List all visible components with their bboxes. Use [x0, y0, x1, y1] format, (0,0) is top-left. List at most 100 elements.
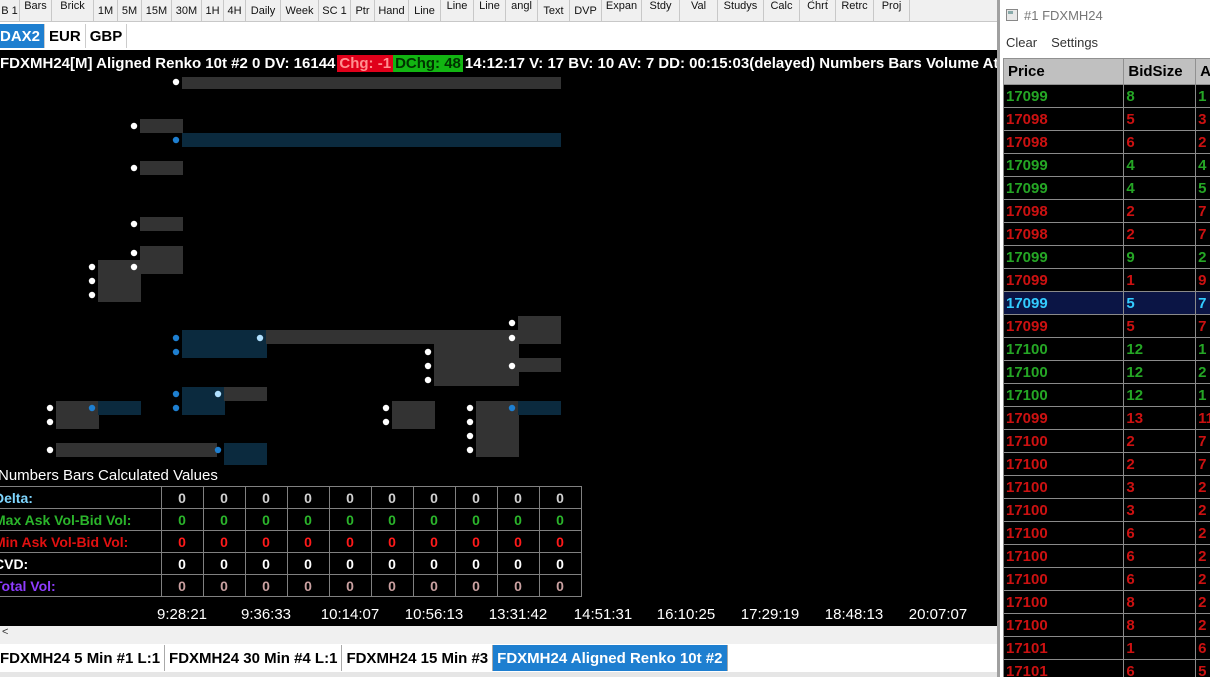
toolbar-button-hide-studys[interactable]: HideStudys: [718, 0, 764, 21]
chart-tab-2[interactable]: FDXMH24 15 Min #3: [342, 645, 494, 671]
dom-row[interactable]: 17100 3 2: [1002, 498, 1210, 522]
column-header-price[interactable]: Price: [1002, 58, 1125, 85]
column-header-bidsize[interactable]: BidSize: [1123, 58, 1197, 85]
volume-dot: [88, 277, 96, 285]
calc-value-cell: 0: [538, 552, 582, 575]
calc-value-cell: 0: [202, 552, 246, 575]
dom-row[interactable]: 17100 2 7: [1002, 452, 1210, 476]
dom-row[interactable]: 17099 1 9: [1002, 268, 1210, 292]
dom-row[interactable]: 17099 5 7: [1002, 291, 1210, 315]
symbol-button-gbp[interactable]: GBP: [86, 24, 128, 48]
dom-row[interactable]: 17100 8 2: [1002, 613, 1210, 637]
volume-dot: [508, 362, 516, 370]
dom-row[interactable]: 17099 4 5: [1002, 176, 1210, 200]
dom-row[interactable]: 17100 6 2: [1002, 521, 1210, 545]
depth-of-market-window[interactable]: #1 FDXMH24 Clear Settings Price BidSize …: [997, 0, 1210, 677]
dom-row[interactable]: 17101 1 6: [1002, 636, 1210, 660]
chart-tab-3[interactable]: FDXMH24 Aligned Renko 10t #2: [493, 645, 728, 671]
dom-cell-ask: 5: [1195, 176, 1210, 200]
dom-row[interactable]: 17099 9 2: [1002, 245, 1210, 269]
toolbar-button-15m[interactable]: 15M: [142, 0, 172, 21]
calc-value-cell: 0: [202, 530, 246, 553]
dom-row[interactable]: 17099 8 1: [1002, 84, 1210, 108]
dom-cell-ask: 2: [1195, 613, 1210, 637]
symbol-button-eur[interactable]: EUR: [45, 24, 86, 48]
dom-cell-bid: 6: [1123, 567, 1197, 591]
toolbar-button-daily[interactable]: Daily: [246, 0, 281, 21]
toolbar-button-price-retrc[interactable]: PriceRetrc: [836, 0, 874, 21]
dom-row[interactable]: 170991311: [1002, 406, 1210, 430]
toolbar-button-week[interactable]: Week: [281, 0, 319, 21]
dom-row[interactable]: 17098 6 2: [1002, 130, 1210, 154]
renko-chart[interactable]: FDXMH24[M] Aligned Renko 10t #2 0 DV: 16…: [0, 50, 997, 626]
calc-value-cell: 0: [202, 574, 246, 597]
toolbar-button-chart-calc[interactable]: ChartCalc: [764, 0, 800, 21]
toolbar-button-price-expan[interactable]: PriceExpan: [602, 0, 642, 21]
toolbar-button-line[interactable]: Line: [409, 0, 441, 21]
dom-row[interactable]: 17098 2 7: [1002, 199, 1210, 223]
volume-dot: [130, 263, 138, 271]
toolbar-button-label: Bars: [24, 0, 47, 12]
dom-row[interactable]: 17100 2 7: [1002, 429, 1210, 453]
toolbar-button-1m[interactable]: 1M: [94, 0, 118, 21]
dom-cell-ask: 4: [1195, 153, 1210, 177]
volume-dot: [466, 404, 474, 412]
dom-cell-ask: 2: [1195, 544, 1210, 568]
toolbar-button-5m[interactable]: 5M: [118, 0, 142, 21]
dom-cell-price: 17100: [1002, 498, 1125, 522]
time-axis-label: 13:31:42: [488, 606, 548, 623]
toolbar-button-vert-line[interactable]: VertLine: [474, 0, 506, 21]
toolbar-button-label: 5M: [121, 4, 138, 17]
dom-cell-price: 17100: [1002, 590, 1125, 614]
dom-row[interactable]: 17099 5 7: [1002, 314, 1210, 338]
chart-tab-0[interactable]: FDXMH24 5 Min #1 L:1: [0, 645, 166, 671]
dom-menu-settings[interactable]: Settings: [1051, 35, 1098, 50]
dom-row[interactable]: 17099 4 4: [1002, 153, 1210, 177]
volume-dot: [46, 446, 54, 454]
dom-cell-ask: 1: [1195, 383, 1210, 407]
dom-row[interactable]: 17101 6 5: [1002, 659, 1210, 677]
dom-row[interactable]: 17100 8 2: [1002, 590, 1210, 614]
dom-row[interactable]: 17100 3 2: [1002, 475, 1210, 499]
toolbar-button-text[interactable]: Text: [538, 0, 570, 21]
toolbar-button-chart-val[interactable]: ChartVal: [680, 0, 718, 21]
dom-cell-bid: 6: [1123, 521, 1197, 545]
toolbar-button-horz-line[interactable]: HorzLine: [441, 0, 474, 21]
dom-cell-price: 17098: [1002, 107, 1125, 131]
dom-cell-bid: 2: [1123, 452, 1197, 476]
symbol-button-dax2[interactable]: DAX2: [0, 24, 46, 48]
dom-row[interactable]: 17100 12 2: [1002, 360, 1210, 384]
toolbar-button-1h[interactable]: 1H: [202, 0, 224, 21]
column-header-ask[interactable]: A: [1195, 58, 1210, 85]
dom-cell-bid: 6: [1123, 130, 1197, 154]
toolbar-button-dvp[interactable]: DVP: [570, 0, 602, 21]
dom-row[interactable]: 17100 12 1: [1002, 383, 1210, 407]
dom-cell-price: 17099: [1002, 84, 1125, 108]
toolbar-button-price-proj[interactable]: PriceProj: [874, 0, 910, 21]
dom-row[interactable]: 17100 6 2: [1002, 567, 1210, 591]
dom-row[interactable]: 17098 5 3: [1002, 107, 1210, 131]
toolbar-button-renko-brick[interactable]: RenkoBrick: [52, 0, 94, 21]
dom-row[interactable]: 17100 12 1: [1002, 337, 1210, 361]
toolbar-button-ptr[interactable]: Ptr: [351, 0, 375, 21]
toolbar-button-4h[interactable]: 4H: [224, 0, 246, 21]
dom-menu-clear[interactable]: Clear: [1006, 35, 1037, 50]
dom-cell-price: 17100: [1002, 360, 1125, 384]
toolbar-button-b-1[interactable]: B 1: [0, 0, 20, 21]
chart-tab-1[interactable]: FDXMH24 30 Min #4 L:1: [165, 645, 343, 671]
dom-row[interactable]: 17098 2 7: [1002, 222, 1210, 246]
toolbar-button-bar-bars[interactable]: BarBars: [20, 0, 52, 21]
toolbar-button-chart-stdy[interactable]: ChartStdy: [642, 0, 680, 21]
calc-value-cell: 0: [496, 486, 540, 509]
toolbar-button-hand[interactable]: Hand: [375, 0, 409, 21]
calc-row-label: Total Vol:: [0, 574, 162, 597]
dom-cell-bid: 4: [1123, 153, 1197, 177]
renko-brick: [182, 330, 267, 358]
toolbar-button-30m[interactable]: 30M: [172, 0, 202, 21]
volume-dot: [424, 348, 432, 356]
toolbar-button-rplay-chrt[interactable]: RplayChrt: [800, 0, 836, 21]
toolbar-button-sc-1[interactable]: SC 1: [319, 0, 351, 21]
toolbar-button-rect-angl[interactable]: Rectangl: [506, 0, 538, 21]
dom-row[interactable]: 17100 6 2: [1002, 544, 1210, 568]
renko-brick: [266, 330, 518, 344]
